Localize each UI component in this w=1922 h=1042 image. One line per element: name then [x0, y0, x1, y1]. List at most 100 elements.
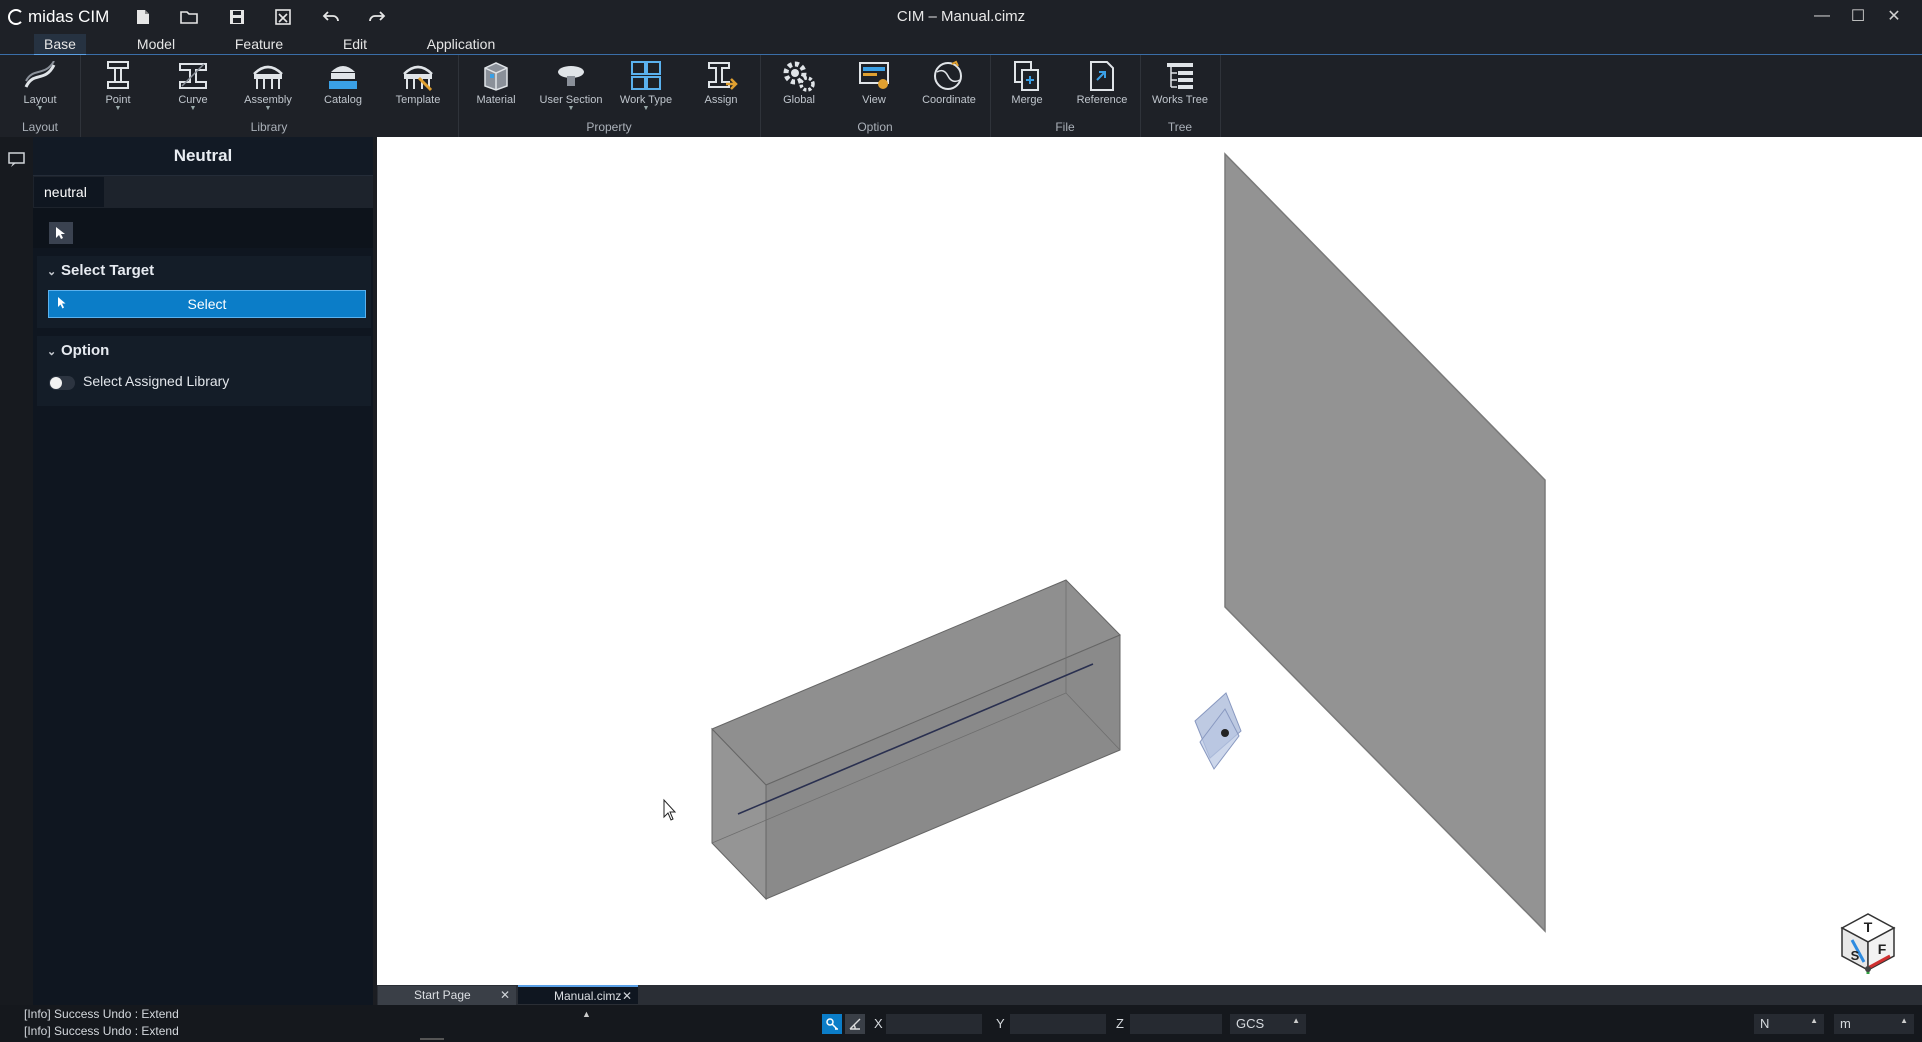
cursor-icon: [56, 227, 65, 239]
works-tree-button[interactable]: Works Tree: [1150, 60, 1210, 118]
option-header[interactable]: ⌄ Option: [37, 336, 371, 366]
doc-tab-label: Manual.cimz: [554, 989, 622, 1003]
z-label: Z: [1116, 1016, 1124, 1031]
length-unit-select[interactable]: m ▲: [1834, 1014, 1914, 1034]
panel-toggle-icon[interactable]: [8, 151, 26, 169]
coordinate-system-select[interactable]: GCS ▲: [1230, 1014, 1306, 1034]
tab-base[interactable]: Base: [34, 34, 86, 56]
chevron-down-icon: ⌄: [47, 346, 57, 358]
dropdown-arrow-icon: ▼: [114, 105, 122, 112]
open-folder-icon[interactable]: [176, 5, 202, 29]
point-button[interactable]: Point ▼: [88, 60, 148, 118]
select-assigned-library-toggle[interactable]: [49, 376, 75, 390]
select-target-header[interactable]: ⌄ Select Target: [37, 256, 371, 286]
y-coordinate-field[interactable]: [1010, 1014, 1106, 1034]
coordinate-button[interactable]: Coordinate: [919, 60, 979, 118]
select-button[interactable]: Select: [48, 290, 366, 318]
save-icon[interactable]: [224, 5, 250, 29]
close-file-icon[interactable]: [270, 5, 296, 29]
log-resize-handle[interactable]: [420, 1038, 444, 1040]
user-section-button[interactable]: User Section ▼: [540, 60, 603, 118]
catalog-button[interactable]: Catalog: [313, 60, 373, 118]
global-button[interactable]: Global: [769, 60, 829, 118]
point-icon: [101, 60, 135, 92]
scene-canvas[interactable]: [377, 137, 1922, 985]
toggle-label: Select Assigned Library: [83, 373, 230, 389]
chevron-down-icon: ⌄: [47, 266, 57, 278]
dropdown-arrow-icon: ▼: [189, 105, 197, 112]
dropdown-arrow-icon: ▲: [1292, 1016, 1300, 1025]
z-coordinate-field[interactable]: [1130, 1014, 1222, 1034]
plane-surface[interactable]: [1224, 152, 1546, 933]
snap-grid-icon[interactable]: [822, 1014, 842, 1034]
assign-icon: [704, 60, 738, 92]
assembly-icon: [251, 60, 285, 92]
tab-edit[interactable]: Edit: [334, 34, 376, 54]
dropdown-arrow-icon: ▼: [642, 105, 650, 112]
ribbon-button-label: Coordinate: [922, 94, 976, 106]
template-button[interactable]: Template: [388, 60, 448, 118]
ribbon-button-label: Global: [783, 94, 815, 106]
close-tab-icon[interactable]: ✕: [622, 987, 632, 1006]
toggle-knob: [50, 377, 62, 389]
merge-button[interactable]: Merge: [997, 60, 1057, 118]
dropdown-arrow-icon: ▼: [264, 105, 272, 112]
mouse-pointer-icon: [663, 798, 677, 821]
view-button[interactable]: View: [844, 60, 904, 118]
close-tab-icon[interactable]: ✕: [500, 986, 510, 1005]
work-type-button[interactable]: Work Type ▼: [616, 60, 676, 118]
doc-tab-start-page[interactable]: Start Page ✕: [378, 986, 516, 1005]
x-coordinate-field[interactable]: [886, 1014, 982, 1034]
minimize-button[interactable]: —: [1804, 2, 1840, 30]
ribbon-group-label: Tree: [1167, 120, 1193, 134]
coordinate-icon: [932, 60, 966, 92]
curve-button[interactable]: Curve ▼: [163, 60, 223, 118]
template-icon: [401, 60, 435, 92]
angle-snap-icon[interactable]: [845, 1014, 865, 1034]
ribbon-button-label: Catalog: [324, 94, 362, 106]
new-file-icon[interactable]: [130, 5, 156, 29]
tab-model[interactable]: Model: [128, 34, 184, 54]
log-expand-icon[interactable]: ▲: [582, 1009, 591, 1019]
y-label: Y: [996, 1016, 1005, 1031]
undo-icon[interactable]: [318, 5, 344, 29]
select-button-label: Select: [187, 296, 227, 312]
view-icon: [857, 60, 891, 92]
doc-tab-manual[interactable]: Manual.cimz ✕: [518, 985, 638, 1004]
reference-icon: [1085, 60, 1119, 92]
section-title: Option: [61, 342, 110, 359]
global-icon: [782, 60, 816, 92]
close-button[interactable]: ✕: [1876, 2, 1912, 30]
close-icon: ✕: [1887, 8, 1901, 25]
tab-application[interactable]: Application: [420, 34, 502, 54]
panel-title: Neutral: [173, 146, 233, 165]
point-marker-icon[interactable]: [1194, 692, 1242, 770]
pick-cursor-button[interactable]: [49, 222, 73, 244]
coordinate-system-value: GCS: [1236, 1016, 1265, 1031]
reference-button[interactable]: Reference: [1072, 60, 1132, 118]
assign-button[interactable]: Assign: [691, 60, 751, 118]
merge-icon: [1010, 60, 1044, 92]
tab-neutral[interactable]: neutral: [34, 177, 104, 207]
view-cube[interactable]: T S F: [1838, 902, 1898, 974]
maximize-icon: ☐: [1850, 8, 1866, 25]
redo-icon[interactable]: [364, 5, 390, 29]
dropdown-arrow-icon: ▲: [1810, 1016, 1818, 1025]
maximize-button[interactable]: ☐: [1840, 2, 1876, 30]
dropdown-arrow-icon: ▼: [36, 105, 44, 112]
catalog-icon: [326, 60, 360, 92]
ribbon-button-label: Works Tree: [1151, 94, 1209, 106]
tab-feature[interactable]: Feature: [228, 34, 290, 54]
assembly-button[interactable]: Assembly ▼: [238, 60, 298, 118]
view-cube-top-label: T: [1864, 919, 1873, 935]
force-unit-value: N: [1760, 1016, 1770, 1031]
force-unit-select[interactable]: N ▲: [1754, 1014, 1824, 1034]
ribbon-group-label: File: [1055, 120, 1075, 134]
works-tree-icon: [1163, 60, 1197, 92]
app-logo: midas CIM: [8, 5, 109, 29]
material-button[interactable]: Material: [466, 60, 526, 118]
3d-viewport[interactable]: [377, 137, 1922, 985]
box-solid[interactable]: [711, 579, 1121, 901]
layout-button[interactable]: Layout ▼: [10, 60, 70, 118]
midas-logo-icon: [8, 9, 24, 25]
